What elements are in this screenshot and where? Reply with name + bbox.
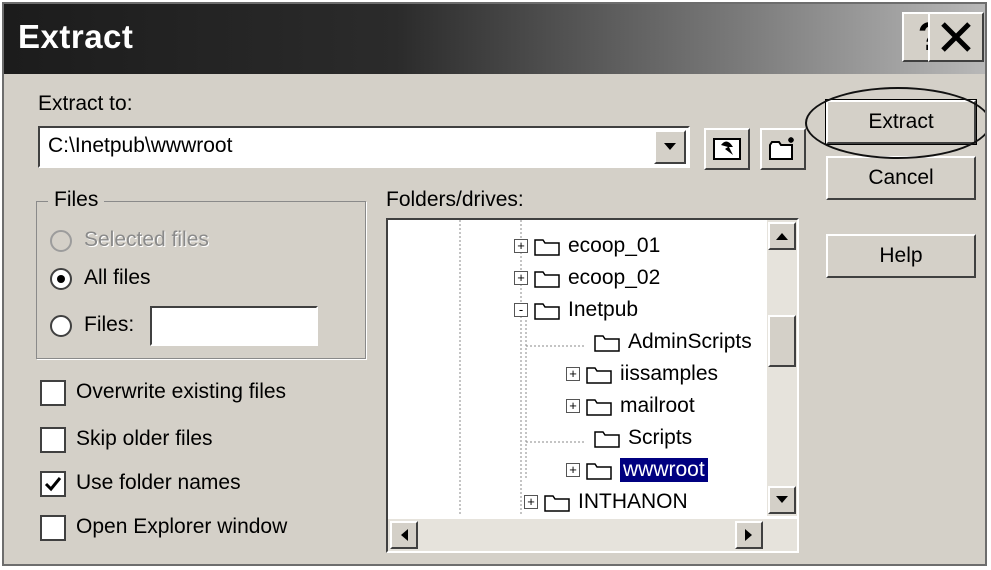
files-radio[interactable] bbox=[50, 315, 72, 337]
tree-item[interactable]: + iissamples bbox=[566, 358, 718, 390]
all-files-radio[interactable] bbox=[50, 268, 72, 290]
collapse-icon[interactable]: - bbox=[514, 303, 528, 317]
folders-drives-label: Folders/drives: bbox=[386, 188, 524, 211]
selected-files-radio[interactable] bbox=[50, 230, 72, 252]
new-folder-button[interactable] bbox=[760, 128, 806, 170]
folder-icon bbox=[586, 399, 612, 416]
folder-icon bbox=[586, 463, 612, 480]
vertical-scrollbar[interactable] bbox=[767, 220, 797, 516]
browse-folder-button[interactable] bbox=[704, 128, 750, 170]
folder-icon bbox=[594, 335, 620, 352]
tree-item-label: AdminScripts bbox=[628, 330, 752, 353]
skip-older-label: Skip older files bbox=[76, 427, 213, 450]
window-title: Extract bbox=[18, 18, 134, 55]
folder-open-icon bbox=[534, 303, 560, 320]
tree-item-label: mailroot bbox=[620, 394, 695, 417]
tree-item[interactable]: - Inetpub bbox=[514, 294, 638, 326]
tree-item-label: wwwroot bbox=[620, 458, 708, 482]
tree-item[interactable]: + mailroot bbox=[566, 390, 695, 422]
use-folder-names-label: Use folder names bbox=[76, 471, 241, 494]
tree-item[interactable]: AdminScripts bbox=[594, 326, 752, 358]
extract-to-label: Extract to: bbox=[38, 92, 133, 115]
drive-icon bbox=[544, 495, 570, 512]
checkmark-icon bbox=[44, 477, 62, 492]
tree-item[interactable]: + INTHANON bbox=[524, 486, 688, 518]
tree-item-selected[interactable]: + wwwroot bbox=[566, 454, 708, 486]
open-explorer-checkbox[interactable] bbox=[40, 515, 66, 541]
chevron-right-icon bbox=[745, 529, 752, 541]
extract-dialog: Extract ? Extract to: C:\Inetpub\wwwroot bbox=[2, 2, 987, 566]
use-folder-names-checkbox[interactable] bbox=[40, 471, 66, 497]
files-pattern-input[interactable] bbox=[150, 306, 318, 346]
overwrite-label: Overwrite existing files bbox=[76, 380, 287, 403]
expand-icon[interactable]: + bbox=[524, 495, 538, 509]
files-group-title: Files bbox=[48, 188, 105, 212]
expand-icon[interactable]: + bbox=[514, 271, 528, 285]
expand-icon[interactable]: + bbox=[514, 239, 528, 253]
tree-item-label: ecoop_01 bbox=[568, 234, 661, 257]
chevron-up-icon bbox=[776, 233, 788, 240]
scroll-down-button[interactable] bbox=[768, 486, 796, 514]
extract-button[interactable]: Extract bbox=[825, 99, 977, 145]
chevron-left-icon bbox=[401, 529, 408, 541]
title-bar[interactable]: Extract ? bbox=[4, 4, 985, 74]
tree-item[interactable]: + ecoop_01 bbox=[514, 230, 660, 262]
tree-item[interactable]: + ecoop_02 bbox=[514, 262, 660, 294]
overwrite-checkbox[interactable] bbox=[40, 380, 66, 406]
cancel-button[interactable]: Cancel bbox=[826, 156, 976, 200]
selected-files-label: Selected files bbox=[84, 228, 209, 251]
expand-icon[interactable]: + bbox=[566, 463, 580, 477]
tree-item-label: INTHANON bbox=[578, 490, 688, 513]
chevron-down-icon bbox=[664, 143, 676, 150]
extract-to-combobox[interactable]: C:\Inetpub\wwwroot bbox=[38, 126, 690, 168]
tree-item[interactable]: Scripts bbox=[594, 422, 692, 454]
combo-dropdown-button[interactable] bbox=[654, 130, 686, 164]
scroll-up-button[interactable] bbox=[768, 222, 796, 250]
folder-icon bbox=[534, 271, 560, 288]
help-button[interactable]: Help bbox=[826, 234, 976, 278]
folder-browse-icon bbox=[713, 138, 741, 160]
scroll-thumb[interactable] bbox=[768, 315, 796, 367]
expand-icon[interactable]: + bbox=[566, 367, 580, 381]
close-button[interactable] bbox=[928, 12, 984, 62]
skip-older-checkbox[interactable] bbox=[40, 427, 66, 453]
folder-icon bbox=[586, 367, 612, 384]
folder-icon bbox=[534, 239, 560, 256]
tree-item-label: ecoop_02 bbox=[568, 266, 661, 289]
files-label: Files: bbox=[84, 313, 135, 336]
tree-item-label: Scripts bbox=[628, 426, 693, 449]
tree-item-label: iissamples bbox=[620, 362, 719, 385]
open-explorer-label: Open Explorer window bbox=[76, 515, 288, 538]
expand-icon[interactable]: + bbox=[566, 399, 580, 413]
folder-tree[interactable]: + ecoop_01 + ecoop_02 - Inetpub AdminScr… bbox=[386, 218, 799, 553]
scroll-left-button[interactable] bbox=[390, 521, 418, 549]
folder-icon bbox=[594, 431, 620, 448]
extract-to-value: C:\Inetpub\wwwroot bbox=[48, 134, 233, 157]
tree-item-label: Inetpub bbox=[568, 298, 639, 321]
all-files-label: All files bbox=[84, 266, 151, 289]
new-folder-icon bbox=[769, 137, 794, 160]
scroll-right-button[interactable] bbox=[735, 521, 763, 549]
chevron-down-icon bbox=[776, 496, 788, 503]
horizontal-scrollbar[interactable] bbox=[388, 519, 797, 551]
close-icon bbox=[941, 22, 971, 52]
